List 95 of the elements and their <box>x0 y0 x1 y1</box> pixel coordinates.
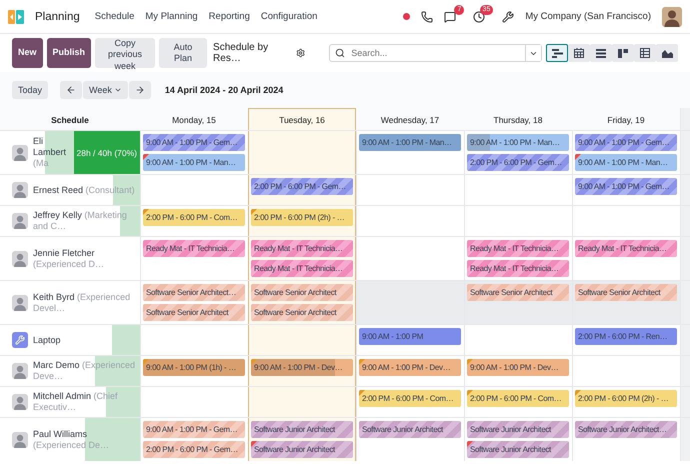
settings-icon[interactable] <box>296 48 306 58</box>
phone-icon[interactable] <box>421 10 434 22</box>
shift-pill[interactable]: 9:00 AM - 1:00 PM - Dev… <box>467 359 569 376</box>
toolbar-button[interactable]: New <box>12 38 43 68</box>
resource-name: Jennie Fletcher (Experienced D… <box>33 248 106 270</box>
shift-pill[interactable]: Software Senior Architect <box>143 304 245 321</box>
shift-pill[interactable]: Ready Mat - IT Technicia… <box>251 240 353 257</box>
person-avatar <box>12 213 28 229</box>
today-button[interactable]: Today <box>12 81 48 99</box>
shift-pill[interactable]: Software Junior Architect <box>467 441 569 458</box>
kanban-icon <box>618 48 628 58</box>
search-options-toggle[interactable] <box>525 45 541 61</box>
shift-pill[interactable]: Software Junior Architect… <box>575 421 677 438</box>
shift-pill[interactable]: 2:00 PM - 6:00 PM - Ren… <box>575 328 677 345</box>
chat-icon[interactable] <box>444 10 456 22</box>
shift-pill[interactable]: Software Senior Architect… <box>143 284 245 301</box>
caret-icon <box>114 86 122 94</box>
shift-pill[interactable]: 9:00 AM - 1:00 PM (1h) - … <box>143 359 245 376</box>
shift-pill[interactable]: Ready Mat - IT Technicia… <box>467 260 569 277</box>
shift-pill[interactable]: 9:00 AM - 1:00 PM - Gem… <box>575 134 677 151</box>
menu-item[interactable]: Reporting <box>208 11 250 22</box>
shift-pill[interactable]: 9:00 AM - 1:00 PM - Gem… <box>575 178 677 195</box>
shift-pill[interactable]: 2:00 PM - 6:00 PM (2h) - … <box>575 390 677 407</box>
previous-button[interactable] <box>60 81 82 99</box>
resource-name: Keith Byrd (Experienced Devel… <box>33 292 132 314</box>
table-icon <box>640 48 650 58</box>
shift-pill[interactable]: Software Junior Architect <box>467 421 569 438</box>
toolbar-button[interactable]: Copy previous week <box>95 38 156 68</box>
area-chart-icon <box>662 48 672 58</box>
clock-icon[interactable] <box>473 10 486 22</box>
menu-item[interactable]: Configuration <box>260 11 318 22</box>
gantt-icon <box>552 48 562 58</box>
shift-pill[interactable]: Software Junior Architect <box>359 421 461 438</box>
person-avatar <box>12 182 28 198</box>
shift-pill[interactable]: Ready Mat - IT Technicia… <box>467 240 569 257</box>
company-name[interactable]: My Company (San Francisco) <box>525 11 651 22</box>
shift-pill[interactable]: 2:00 PM - 6:00 PM - Com… <box>359 390 461 407</box>
toolbar-button[interactable]: Auto Plan <box>159 38 208 68</box>
shift-pill[interactable]: Software Junior Architect <box>251 441 353 458</box>
calendar-icon <box>574 48 584 58</box>
person-avatar <box>12 394 28 410</box>
shift-pill[interactable]: 9:00 AM - 1:00 PM <box>359 328 461 345</box>
user-avatar[interactable] <box>662 6 682 26</box>
shift-pill[interactable]: 2:00 PM - 6:00 PM - Com… <box>467 390 569 407</box>
wrench-icon[interactable] <box>502 10 514 22</box>
shift-pill[interactable]: 9:00 AM - 1:00 PM - Man… <box>359 134 461 151</box>
arrow-left-icon <box>66 85 76 95</box>
column-header: Schedule <box>51 114 89 124</box>
shift-pill[interactable]: Ready Mat - IT Technicia… <box>251 260 353 277</box>
resource-name: Mitchell Admin (Chief Executiv… <box>33 391 119 413</box>
wrench-icon <box>12 332 28 348</box>
shift-pill[interactable]: 2:00 PM - 6:00 PM - Com… <box>143 209 245 226</box>
list-icon <box>596 48 606 58</box>
shift-pill[interactable]: Software Senior Architect <box>251 304 353 321</box>
shift-pill[interactable]: 2:00 PM - 6:00 PM - Gem… <box>467 154 569 171</box>
shift-pill[interactable]: 9:00 AM - 1:00 PM - Gem… <box>143 134 245 151</box>
search-icon <box>335 48 346 58</box>
shift-pill[interactable]: 9:00 AM - 1:00 PM - Man… <box>467 134 569 151</box>
resource-name: Jeffrey Kelly (Marketing and C… <box>33 210 128 232</box>
toolbar-button[interactable]: Publish <box>46 38 92 68</box>
shift-pill[interactable]: 9:00 AM - 1:00 PM - Man… <box>575 154 677 171</box>
next-button[interactable] <box>128 81 151 99</box>
shift-pill[interactable]: Software Senior Architect <box>251 284 353 301</box>
menu-item[interactable]: Schedule <box>94 11 134 22</box>
shift-pill[interactable]: 2:00 PM - 6:00 PM (2h) - … <box>251 209 353 226</box>
status-dot-icon <box>403 13 410 20</box>
app-logo-icon <box>8 10 24 24</box>
shift-pill[interactable]: 9:00 AM - 1:00 PM - Man… <box>143 154 245 171</box>
shift-pill[interactable]: Ready Mat - IT Technicia… <box>143 240 245 257</box>
shift-pill[interactable]: 9:00 AM - 1:00 PM - Dev… <box>251 359 353 376</box>
view-switch-button[interactable] <box>546 44 568 62</box>
resource-name: Eli Lambert (Ma <box>33 136 68 169</box>
shift-pill[interactable]: Software Senior Architect <box>467 284 569 301</box>
scale-dropdown[interactable]: Week <box>83 81 128 99</box>
person-avatar <box>12 363 28 379</box>
shift-pill[interactable]: Software Junior Architect <box>251 421 353 438</box>
shift-pill[interactable]: Ready Mat - IT Technicia… <box>575 240 677 257</box>
shift-pill[interactable]: Software Senior Architect <box>575 284 677 301</box>
resource-name: Marc Demo (Experienced Deve… <box>33 360 136 382</box>
day-header: Tuesday, 16 <box>248 108 356 130</box>
shift-pill[interactable]: 9:00 AM - 1:00 PM - Gem… <box>143 421 245 438</box>
menu-item[interactable]: My Planning <box>145 11 198 22</box>
resource-name: Laptop <box>33 334 62 346</box>
view-title: Schedule by Res… <box>213 42 270 64</box>
shift-pill[interactable]: 2:00 PM - 6:00 PM - Gem… <box>251 178 353 195</box>
arrow-right-icon <box>134 85 145 95</box>
search-input[interactable]: Search... <box>349 47 521 59</box>
date-range: 14 April 2024 - 20 April 2024 <box>164 85 284 95</box>
resource-name: Ernest Reed (Consultant) <box>33 184 136 196</box>
search-bar[interactable]: Search... <box>329 44 542 62</box>
resource-name: Paul Williams (Experienced De… <box>33 428 110 450</box>
app-name: Planning <box>35 10 80 22</box>
shift-pill[interactable]: 2:00 PM - 6:00 PM - Gem… <box>143 441 245 458</box>
workload-label: 28h / 40h (70%) <box>74 131 140 174</box>
shift-pill[interactable]: 9:00 AM - 1:00 PM - Dev… <box>359 359 461 376</box>
